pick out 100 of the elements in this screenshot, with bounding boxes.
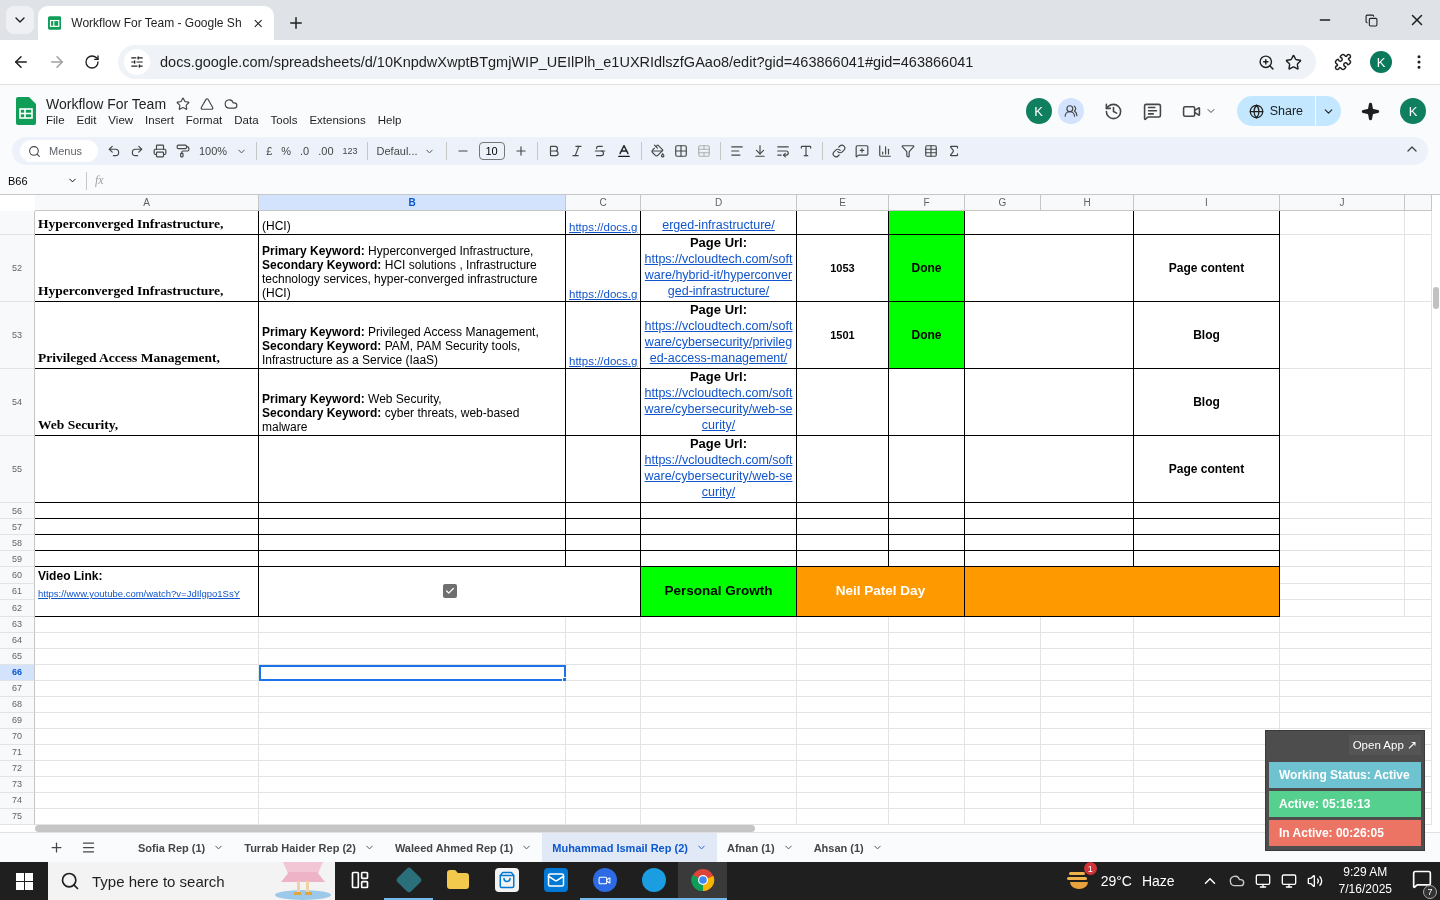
- status-cell: Done: [889, 302, 965, 369]
- page-url-link[interactable]: https://vcloudtech.com/software/hybrid-it/hyperconverged-infrastructure/: [644, 251, 793, 299]
- menu-item[interactable]: File: [46, 114, 65, 126]
- row-number[interactable]: 53: [0, 302, 35, 369]
- row-number[interactable]: 55: [0, 436, 35, 503]
- temperature: 29°C: [1100, 873, 1132, 889]
- sheet-tab[interactable]: Ahsan (1): [803, 832, 893, 863]
- decrease-decimal[interactable]: .0: [300, 145, 310, 157]
- sheet-tab[interactable]: Muhammad Ismail Rep (2): [542, 832, 717, 863]
- menu-item[interactable]: Help: [377, 114, 402, 126]
- sheet-tab[interactable]: Sofia Rep (1): [128, 832, 235, 863]
- tag-cell: Neil Patel Day: [797, 567, 965, 617]
- profile-avatar[interactable]: K: [1400, 98, 1426, 124]
- menu-item[interactable]: Tools: [270, 114, 298, 126]
- sheet-tab[interactable]: Afnan (1): [716, 832, 804, 863]
- keyword-line: Secondary Keyword: cyber threats, web-based malware: [262, 406, 521, 434]
- url-label: Page Url:: [689, 369, 748, 385]
- page-url-link[interactable]: https://vcloudtech.com/software/cybersecurity/privileged-access-management/: [644, 318, 793, 366]
- browser-tab[interactable]: Workflow For Team - Google Sh: [38, 6, 274, 40]
- column-header[interactable]: J: [1280, 195, 1405, 211]
- name-box[interactable]: B66: [8, 174, 78, 187]
- tracker-status: In Active: 00:26:05: [1269, 820, 1421, 846]
- content-type: Page content: [1168, 461, 1245, 476]
- column-header[interactable]: H: [1041, 195, 1134, 211]
- column-header[interactable]: I: [1134, 195, 1280, 211]
- clock-date: 7/16/2025: [1338, 881, 1392, 898]
- menu-search-field[interactable]: Menus: [20, 140, 98, 162]
- doc-link[interactable]: https://docs.g: [569, 288, 638, 300]
- open-app-button[interactable]: Open App ↗: [1348, 735, 1421, 755]
- word-count: 1501: [830, 328, 855, 341]
- menu-item[interactable]: Format: [185, 114, 223, 126]
- row-number[interactable]: 60: [0, 567, 35, 584]
- keyword-line: Secondary Keyword: HCI solutions , Infrastructure technology services, hyper-converged infrastructure (HCI): [262, 258, 539, 300]
- video-link[interactable]: https://www.youtube.com/watch?v=JdIlgpo1SsY: [38, 588, 240, 599]
- menu-item[interactable]: Data: [234, 114, 259, 126]
- column-header[interactable]: G: [965, 195, 1041, 211]
- font-select[interactable]: Defaul...: [376, 145, 418, 157]
- keyword-line: Primary Keyword: Hyperconverged Infrastructure,: [262, 244, 534, 258]
- percent-format[interactable]: %: [281, 145, 292, 157]
- topic-title: Privileged Access Management,: [38, 350, 220, 366]
- formula-label: fx: [95, 173, 104, 188]
- keyword-line: Secondary Keyword: PAM, PAM Security tools, Infrastructure as a Service (IaaS): [262, 339, 522, 367]
- page-url-link[interactable]: https://vcloudtech.com/software/cybersecurity/web-security/: [644, 385, 793, 433]
- profile-avatar[interactable]: K: [1370, 51, 1392, 73]
- row-number[interactable]: 57: [0, 519, 35, 535]
- column-header[interactable]: F: [889, 195, 965, 211]
- row-number[interactable]: 52: [0, 235, 35, 302]
- topic-title: Hyperconverged Infrastructure,: [38, 283, 224, 299]
- notification-count: 7: [1423, 885, 1437, 899]
- row-number[interactable]: 59: [0, 551, 35, 567]
- row-number[interactable]: 58: [0, 535, 35, 551]
- column-header[interactable]: A: [35, 195, 259, 211]
- address-bar[interactable]: docs.google.com/spreadsheets/d/10KnpdwXwptBTgmjWIP_UEIlPlh_e1UXRIdlszfGAao8/edit?gid=463866041#gid=463866041: [118, 45, 1316, 79]
- tab-title: Workflow For Team - Google Sh: [71, 16, 242, 30]
- clock-time: 9:29 AM: [1343, 864, 1388, 881]
- font-size-field[interactable]: 10: [478, 142, 505, 160]
- url-label: Page Url:: [689, 302, 748, 318]
- sheet-tab[interactable]: Turrab Haider Rep (2): [234, 832, 385, 863]
- content-type: Blog: [1193, 327, 1220, 342]
- menu-item[interactable]: Insert: [145, 114, 174, 126]
- topic-title: Hyperconverged Infrastructure,: [38, 216, 224, 232]
- row-number[interactable]: 54: [0, 369, 35, 436]
- column-header[interactable]: B: [259, 195, 566, 211]
- url-label: Page Url:: [689, 436, 748, 452]
- row-number[interactable]: 62: [0, 600, 35, 617]
- keyword-line: Primary Keyword: Privileged Access Management,: [262, 325, 539, 339]
- keyword-line: Primary Keyword: Web Security,: [262, 392, 442, 406]
- page-url-link[interactable]: erged-infrastructure/: [662, 217, 775, 233]
- url-text: docs.google.com/spreadsheets/d/10KnpdwXwptBTgmjWIP_UEIlPlh_e1UXRIdlszfGAao8/edit?gid=463866041#gid=463866041: [160, 54, 975, 70]
- doc-link[interactable]: https://docs.g: [569, 221, 638, 233]
- page-url-link[interactable]: https://vcloudtech.com/software/cybersecurity/web-security/: [644, 452, 793, 500]
- video-link-label: Video Link:: [38, 569, 103, 583]
- doc-link[interactable]: https://docs.g: [569, 355, 638, 367]
- row-number[interactable]: 56: [0, 503, 35, 519]
- url-label: Page Url:: [689, 235, 748, 251]
- tag-cell: Personal Growth: [641, 567, 797, 617]
- column-header[interactable]: C: [566, 195, 641, 211]
- content-type: Page content: [1168, 260, 1245, 275]
- share-button[interactable]: Share: [1236, 96, 1341, 126]
- content-type: Blog: [1193, 394, 1220, 409]
- zoom-select[interactable]: 100%: [199, 145, 228, 157]
- column-header[interactable]: D: [641, 195, 797, 211]
- tracker-status: Working Status: Active: [1269, 762, 1421, 788]
- tracker-status: Active: 05:16:13: [1269, 791, 1421, 817]
- menu-item[interactable]: View: [108, 114, 134, 126]
- document-title[interactable]: Workflow For Team: [46, 96, 167, 112]
- weather-badge: 1: [1083, 862, 1097, 875]
- keyword-line: (HCI): [262, 219, 291, 233]
- column-header[interactable]: E: [797, 195, 889, 211]
- collaborator-avatar[interactable]: K: [1025, 98, 1052, 124]
- menu-item[interactable]: Edit: [76, 114, 97, 126]
- topic-title: Web Security,: [38, 417, 119, 433]
- weather-condition: Haze: [1141, 873, 1175, 889]
- increase-decimal[interactable]: .00: [318, 145, 334, 157]
- menu-item[interactable]: Extensions: [309, 114, 366, 126]
- currency-format[interactable]: £: [266, 145, 273, 157]
- sheet-tab[interactable]: Waleed Ahmed Rep (1): [384, 832, 543, 863]
- word-count: 1053: [830, 261, 855, 274]
- status-cell: Done: [889, 235, 965, 302]
- number-format[interactable]: 123: [342, 146, 358, 156]
